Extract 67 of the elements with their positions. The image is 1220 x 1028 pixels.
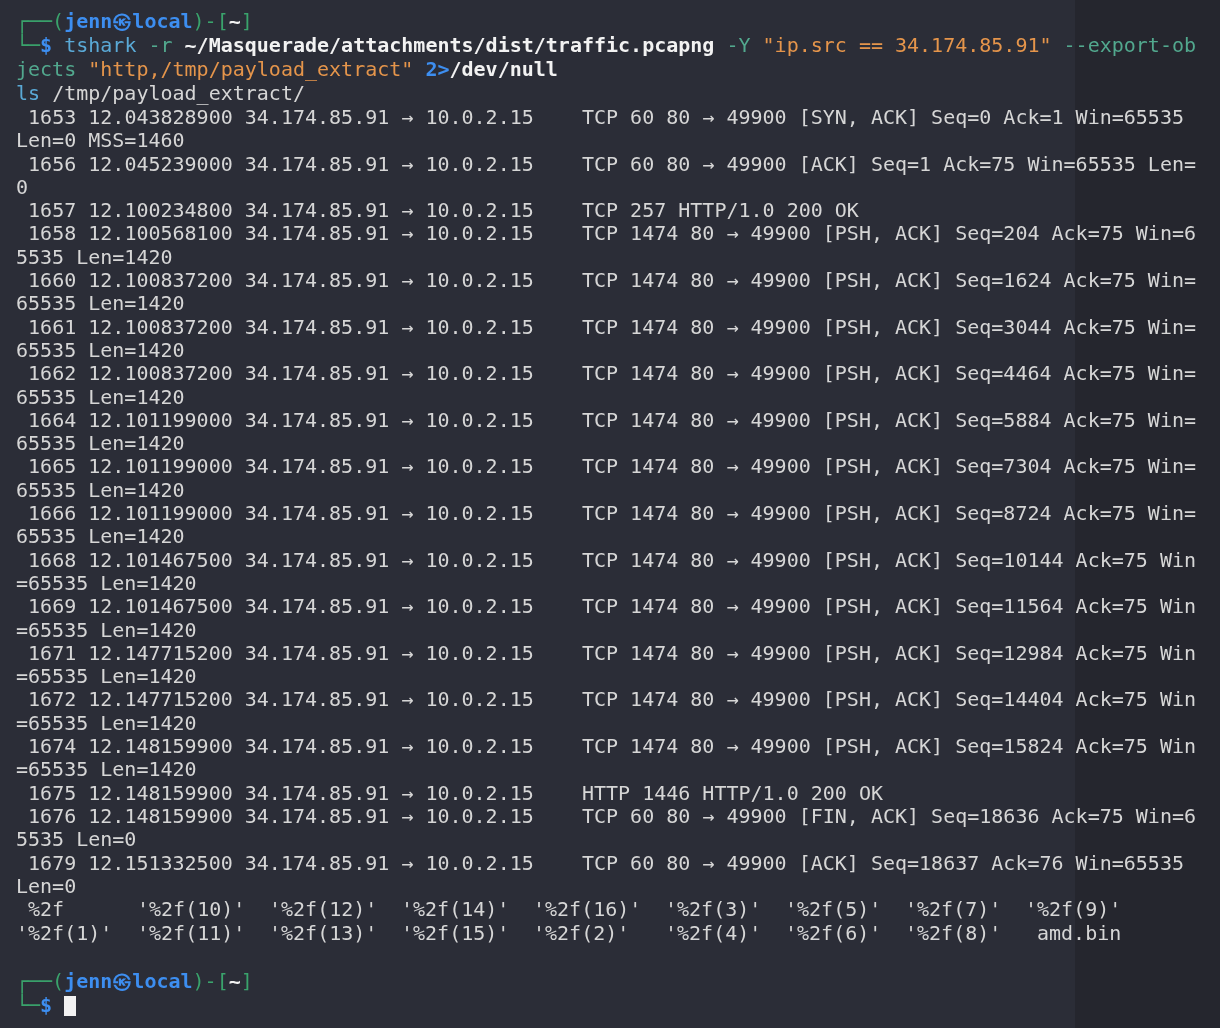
packet-line: 1676 12.148159900 34.174.85.91 → 10.0.2.15 TCP 60 80 → 49900 [FIN, ACK] Seq=18636 Ack=75 Win=65535 Len=0 <box>16 804 1198 852</box>
packet-line: 1668 12.101467500 34.174.85.91 → 10.0.2.15 TCP 1474 80 → 49900 [PSH, ACK] Seq=10144 Ack=75 Win=65535 Len=1420 <box>16 548 1198 596</box>
packet-line: 1672 12.147715200 34.174.85.91 → 10.0.2.15 TCP 1474 80 → 49900 [PSH, ACK] Seq=14404 Ack=75 Win=65535 Len=1420 <box>16 688 1198 735</box>
prompt-bracket: ] <box>240 10 253 34</box>
prompt-corner: ┌──( <box>16 10 65 34</box>
prompt-directory: ~ <box>228 970 241 994</box>
command-name: ls <box>16 82 41 106</box>
packet-line: 1669 12.101467500 34.174.85.91 → 10.0.2.15 TCP 1474 80 → 49900 [PSH, ACK] Seq=11564 Ack=75 Win=65535 Len=1420 <box>16 595 1198 642</box>
file-name: '%2f(8)' <box>905 921 1002 946</box>
packet-line: 1656 12.045239000 34.174.85.91 → 10.0.2.15 TCP 60 80 → 49900 [ACK] Seq=1 Ack=75 Win=65535 Len=0 <box>16 152 1198 200</box>
command-name: tshark <box>64 34 137 58</box>
command-option: -Y <box>726 34 751 58</box>
prompt-bracket: )-[ <box>192 970 229 994</box>
quoted-string: "ip.src == 34.174.85.91" <box>762 34 1052 58</box>
file-name: amd.bin <box>1036 921 1122 946</box>
command-option: --export-ob <box>1063 34 1196 58</box>
file-name: '%2f(10)' <box>137 897 246 922</box>
command-option: -r <box>148 34 173 58</box>
prompt-bracket: ] <box>240 970 253 994</box>
packet-line: 1675 12.148159900 34.174.85.91 → 10.0.2.15 HTTP 1446 HTTP/1.0 200 OK <box>27 781 884 805</box>
command-option: jects <box>16 58 77 82</box>
file-name: '%2f(1)' <box>16 921 113 946</box>
prompt-user: jenn <box>64 10 113 34</box>
prompt-corner: └─ <box>16 34 41 58</box>
file-name: '%2f(4)' <box>665 921 762 946</box>
prompt-dollar: $ <box>40 994 53 1018</box>
command-text: /tmp/payload_extract/ <box>52 82 305 106</box>
packet-line: 1657 12.100234800 34.174.85.91 → 10.0.2.15 TCP 257 HTTP/1.0 200 OK <box>27 199 860 223</box>
file-name: %2f <box>27 897 65 922</box>
file-name: '%2f(7)' <box>905 897 1002 922</box>
path-text: /dev/null <box>449 58 558 82</box>
file-name: '%2f(13)' <box>269 921 378 946</box>
quoted-string: "http,/tmp/payload_extract" <box>88 58 414 82</box>
prompt-corner: └─ <box>16 994 41 1018</box>
prompt-dollar: $ <box>40 34 53 58</box>
packet-line: 1671 12.147715200 34.174.85.91 → 10.0.2.15 TCP 1474 80 → 49900 [PSH, ACK] Seq=12984 Ack=75 Win=65535 Len=1420 <box>16 641 1198 689</box>
prompt-user: jenn <box>64 970 113 994</box>
file-name: '%2f(5)' <box>785 897 882 922</box>
file-name: '%2f(15)' <box>401 921 510 946</box>
packet-line: 1664 12.101199000 34.174.85.91 → 10.0.2.15 TCP 1474 80 → 49900 [PSH, ACK] Seq=5884 Ack=75 Win=65535 Len=1420 <box>16 408 1198 456</box>
file-name: '%2f(14)' <box>401 897 510 922</box>
prompt-directory: ~ <box>228 10 241 34</box>
packet-line: 1665 12.101199000 34.174.85.91 → 10.0.2.15 TCP 1474 80 → 49900 [PSH, ACK] Seq=7304 Ack=75 Win=65535 Len=1420 <box>16 455 1198 503</box>
path-text: ~/Masquerade/attachments/dist/traffic.pcapng <box>184 34 715 58</box>
file-name: '%2f(2)' <box>533 921 630 946</box>
prompt-host: local <box>132 10 193 34</box>
prompt-symbol: ㉿ <box>112 10 133 34</box>
file-name: '%2f(11)' <box>137 921 246 946</box>
file-name: '%2f(6)' <box>785 921 882 946</box>
packet-line: 1662 12.100837200 34.174.85.91 → 10.0.2.15 TCP 1474 80 → 49900 [PSH, ACK] Seq=4464 Ack=75 Win=65535 Len=1420 <box>16 362 1198 409</box>
text-cursor <box>64 996 77 1017</box>
packet-line: 1658 12.100568100 34.174.85.91 → 10.0.2.15 TCP 1474 80 → 49900 [PSH, ACK] Seq=204 Ack=75 Win=65535 Len=1420 <box>16 222 1198 270</box>
file-name: '%2f(3)' <box>665 897 762 922</box>
packet-line: 1666 12.101199000 34.174.85.91 → 10.0.2.15 TCP 1474 80 → 49900 [PSH, ACK] Seq=8724 Ack=75 Win=65535 Len=1420 <box>16 502 1198 549</box>
packet-line: 1674 12.148159900 34.174.85.91 → 10.0.2.15 TCP 1474 80 → 49900 [PSH, ACK] Seq=15824 Ack=75 Win=65535 Len=1420 <box>16 735 1198 782</box>
prompt-symbol: ㉿ <box>112 970 133 994</box>
packet-line: 1660 12.100837200 34.174.85.91 → 10.0.2.15 TCP 1474 80 → 49900 [PSH, ACK] Seq=1624 Ack=75 Win=65535 Len=1420 <box>16 269 1198 316</box>
redirect-operator: 2> <box>425 58 450 82</box>
packet-line: 1679 12.151332500 34.174.85.91 → 10.0.2.15 TCP 60 80 → 49900 [ACK] Seq=18637 Ack=76 Win=65535 Len=0 <box>16 851 1185 899</box>
prompt-bracket: )-[ <box>192 10 229 34</box>
packet-line: 1653 12.043828900 34.174.85.91 → 10.0.2.15 TCP 60 80 → 49900 [SYN, ACK] Seq=0 Ack=1 Win=65535 Len=0 MSS=1460 <box>16 106 1185 153</box>
file-name: '%2f(16)' <box>533 897 642 922</box>
file-name: '%2f(12)' <box>269 897 378 922</box>
prompt-corner: ┌──( <box>16 970 65 994</box>
prompt-host: local <box>132 970 193 994</box>
packet-line: 1661 12.100837200 34.174.85.91 → 10.0.2.15 TCP 1474 80 → 49900 [PSH, ACK] Seq=3044 Ack=75 Win=65535 Len=1420 <box>16 315 1198 363</box>
file-name: '%2f(9)' <box>1025 897 1122 922</box>
